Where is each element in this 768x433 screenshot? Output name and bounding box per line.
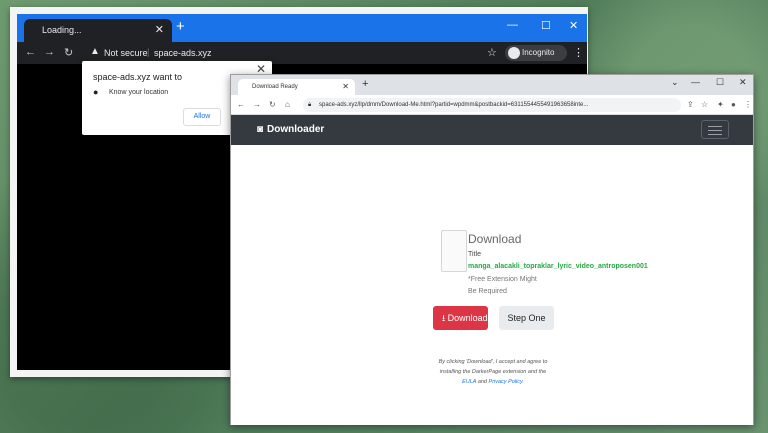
incognito-badge[interactable]: Incognito [505,45,567,61]
back-tab[interactable]: Loading... ✕ [24,19,172,42]
back-back-icon[interactable]: ← [25,46,36,58]
extension-note-line1: *Free Extension Might [468,276,537,283]
address-separator: | [147,47,150,57]
share-icon[interactable]: ⇪ [687,100,694,109]
permission-title: space-ads.xyz want to [93,72,183,82]
download-button-label: Download [447,313,488,323]
front-tab-title: Download Ready [252,84,298,90]
front-tab-close-icon[interactable]: ✕ [342,79,349,95]
front-new-tab-button[interactable]: + [362,78,368,90]
back-tab-bar: Loading... ✕ + — ☐ ✕ [17,14,587,42]
back-tab-title: Loading... [42,25,82,35]
site-navbar: ◙ Downloader [231,115,753,145]
title-label: Title [468,251,481,258]
eula-link[interactable]: EULA [462,379,476,385]
front-close-window-icon[interactable]: ✕ [739,77,747,88]
front-tab[interactable]: Download Ready ✕ [238,79,355,95]
back-tab-close-icon[interactable]: ✕ [155,19,164,42]
back-url[interactable]: space-ads.xyz [154,48,212,58]
file-name: manga_alacakli_topraklar_lyric_video_ant… [468,263,648,270]
camera-icon: ◙ [257,124,264,135]
extensions-icon[interactable]: ✦ [717,100,724,109]
foreground-browser-window: Download Ready ✕ + ⌄ — ☐ ✕ ← → ↻ ⌂ 🔒︎ sp… [230,74,754,425]
permission-item: Know your location [109,89,169,96]
back-minimize-icon[interactable]: — [507,19,518,31]
front-tab-bar: Download Ready ✕ + ⌄ — ☐ ✕ [231,75,753,95]
legal-notice: By clicking 'Download', I accept and agr… [419,357,567,387]
front-bookmark-star-icon[interactable]: ☆ [701,100,708,109]
file-thumbnail [441,230,467,272]
privacy-policy-link[interactable]: Privacy Policy. [489,379,524,385]
download-button[interactable]: ⭳ Download [433,306,488,330]
warning-icon[interactable]: ▲ [90,46,100,57]
front-maximize-icon[interactable]: ☐ [716,77,724,88]
incognito-label: Incognito [522,48,555,57]
lock-icon: 🔒︎ [308,102,312,108]
front-address-bar: ← → ↻ ⌂ 🔒︎ space-ads.xyz/llp/dmm/Downloa… [231,95,753,115]
front-back-icon[interactable]: ← [237,100,245,109]
back-menu-icon[interactable]: ⋮ [573,46,584,59]
front-omnibox[interactable]: 🔒︎ space-ads.xyz/llp/dmm/Download-Me.htm… [303,98,681,112]
legal-line2: installing the DarkerPage extension and … [439,369,547,375]
front-minimize-icon[interactable]: — [691,77,700,87]
back-new-tab-button[interactable]: + [176,18,185,35]
back-close-window-icon[interactable]: ✕ [569,19,578,32]
site-brand[interactable]: ◙ Downloader [257,124,324,135]
legal-and: and [477,379,487,385]
extension-note-line2: Be Required [468,288,507,295]
back-bookmark-star-icon[interactable]: ☆ [487,46,497,59]
back-reload-icon[interactable]: ↻ [64,46,73,59]
front-url: space-ads.xyz/llp/dmm/Download-Me.html?p… [319,102,589,108]
location-pin-icon: ● [93,87,99,97]
hamburger-menu-icon[interactable] [701,120,729,139]
front-reload-icon[interactable]: ↻ [269,100,276,109]
download-content: Download Title manga_alacakli_topraklar_… [231,145,753,425]
front-menu-icon[interactable]: ⋮ [744,100,752,109]
brand-label: Downloader [267,124,325,135]
front-chevron-down-icon[interactable]: ⌄ [671,77,679,88]
legal-line3: EULA and Privacy Policy. [419,377,567,387]
step-one-button[interactable]: Step One [499,306,554,330]
front-forward-icon[interactable]: → [253,100,261,109]
back-forward-icon[interactable]: → [44,46,55,58]
download-heading: Download [468,232,522,246]
not-secure-label[interactable]: Not secure [104,48,148,58]
profile-icon[interactable]: ● [731,100,736,109]
front-home-icon[interactable]: ⌂ [285,100,290,109]
incognito-icon [508,47,520,59]
allow-button[interactable]: Allow [183,108,221,126]
back-maximize-icon[interactable]: ☐ [541,19,551,32]
watermark-logo: 2SPYWARE [684,409,748,421]
legal-line1: By clicking 'Download', I accept and agr… [438,359,548,365]
